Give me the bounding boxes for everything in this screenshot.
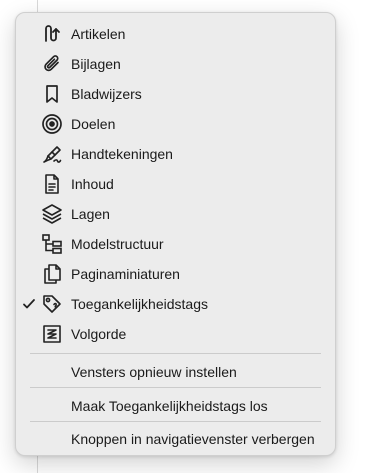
menu-separator	[30, 387, 321, 388]
menu-item-label: Knoppen in navigatievenster verbergen	[71, 431, 315, 447]
menu-item-label: Bijlagen	[71, 56, 121, 72]
menu-item-artikelen[interactable]: Artikelen	[16, 19, 335, 49]
menu-item-label: Inhoud	[71, 176, 114, 192]
menu-item-label: Modelstructuur	[71, 236, 164, 252]
menu-item-handtekeningen[interactable]: Handtekeningen	[16, 139, 335, 169]
menu-item-label: Maak Toegankelijkheidstags los	[71, 398, 268, 414]
menu-action-detach-tags[interactable]: Maak Toegankelijkheidstags los	[16, 391, 335, 421]
menu-item-paginaminiaturen[interactable]: Paginaminiaturen	[16, 259, 335, 289]
menu-item-lagen[interactable]: Lagen	[16, 199, 335, 229]
menu-item-doelen[interactable]: Doelen	[16, 109, 335, 139]
tag-icon	[40, 292, 64, 316]
menu-item-label: Volgorde	[71, 326, 127, 342]
signature-pen-icon	[40, 142, 64, 166]
menu-item-modelstructuur[interactable]: Modelstructuur	[16, 229, 335, 259]
menu-item-label: Doelen	[71, 116, 116, 132]
menu-item-bijlagen[interactable]: Bijlagen	[16, 49, 335, 79]
menu-item-label: Bladwijzers	[71, 86, 142, 102]
menu-item-label: Paginaminiaturen	[71, 266, 180, 282]
menu-item-volgorde[interactable]: Volgorde	[16, 319, 335, 349]
layers-icon	[40, 202, 64, 226]
paperclip-icon	[40, 52, 64, 76]
menu-separator	[30, 353, 321, 354]
bookmark-icon	[40, 82, 64, 106]
menu-item-label: Artikelen	[71, 26, 126, 42]
menu-item-inhoud[interactable]: Inhoud	[16, 169, 335, 199]
menu-item-toegankelijkheidstags[interactable]: Toegankelijkheidstags	[16, 289, 335, 319]
menu-item-label: Lagen	[71, 206, 110, 222]
target-icon	[40, 112, 64, 136]
article-icon	[40, 22, 64, 46]
checkmark-icon	[21, 296, 37, 312]
menu-action-reset-windows[interactable]: Vensters opnieuw instellen	[16, 357, 335, 387]
document-icon	[40, 172, 64, 196]
order-icon	[40, 322, 64, 346]
menu-separator	[30, 421, 321, 422]
menu-item-label: Vensters opnieuw instellen	[71, 364, 237, 380]
menu-item-label: Handtekeningen	[71, 146, 173, 162]
page-thumbnails-icon	[40, 262, 64, 286]
menu-item-label: Toegankelijkheidstags	[71, 296, 208, 312]
model-tree-icon	[40, 232, 64, 256]
context-menu: Artikelen Bijlagen Bladwijzers Doelen Ha…	[15, 12, 336, 456]
menu-action-hide-nav-buttons[interactable]: Knoppen in navigatievenster verbergen	[16, 424, 335, 454]
menu-item-bladwijzers[interactable]: Bladwijzers	[16, 79, 335, 109]
